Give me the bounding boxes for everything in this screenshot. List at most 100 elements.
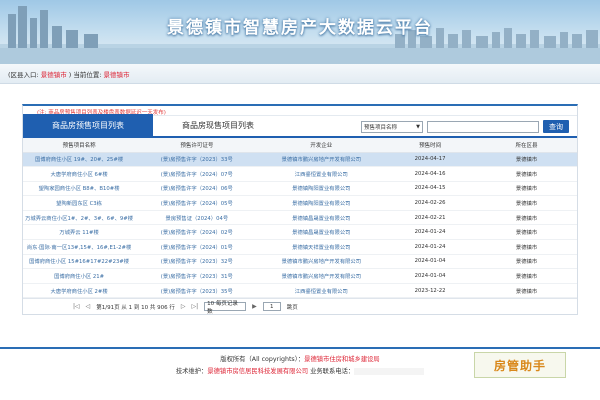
goto-page-input[interactable]: 1: [262, 302, 281, 312]
page-title: 景德镇市智慧房产大数据云平台: [167, 18, 433, 38]
project-name-cell[interactable]: 望陶新园东区 C3栋: [23, 195, 136, 211]
column-header-district[interactable]: 所在区县: [476, 138, 577, 153]
table-header-row: 预售项目名称 预售许可证号 开发企业 预售时间 所在区县: [23, 138, 577, 153]
developer-cell: 景德镇陶阳置业有限公司: [258, 195, 385, 211]
presale-date-cell: 2023-12-22: [384, 283, 477, 299]
permit-no-cell: (景)房预售许字（2024）06号: [135, 181, 259, 197]
permit-no-cell: (景)房预售许字（2024）01号: [135, 239, 259, 255]
table-row[interactable]: 万城弄云 11#楼 (景)房预售许字（2024）02号 景德镇昌晟置业有限公司 …: [23, 224, 577, 241]
permit-no-cell: (景)房预售许字（2023）35号: [135, 283, 259, 299]
district-cell: 景德镇市: [476, 166, 577, 182]
project-list-panel: (注: 商品房预售项目列表及楼盘表数据延迟一天发布) 商品房预售项目列表 商品房…: [22, 104, 578, 316]
next-page-icon[interactable]: ▷: [181, 303, 186, 310]
project-name-cell[interactable]: 万城弄云商住小区1#、2#、3#、6#、9#楼: [23, 210, 136, 226]
table-row[interactable]: 尚东·国际·南一区13#,15#、16#,E1-2#楼 (景)房预售许字（202…: [23, 239, 577, 255]
presale-project-table: 预售项目名称 预售许可证号 开发企业 预售时间 所在区县 国博府商住小区 19#…: [23, 138, 577, 299]
district-cell: 景德镇市: [476, 195, 577, 211]
page-summary: 第1/91页 从 1 到 10 共 906 行: [96, 304, 175, 311]
developer-cell: 江西鎏恒置业有限公司: [258, 283, 385, 299]
prev-page-icon[interactable]: ◁: [86, 303, 91, 310]
district-cell: 景德镇市: [476, 152, 577, 168]
project-name-cell[interactable]: 大唐学府商住小区 2#楼: [23, 283, 136, 299]
tech-org: 景德镇市房信居民科技发展有限公司: [207, 368, 309, 375]
tab-presale-projects[interactable]: 商品房预售项目列表: [23, 114, 153, 136]
presale-date-cell: 2024-01-04: [384, 268, 477, 284]
contact-label: 业务联系电话：: [310, 368, 355, 375]
region-prefix: (区县入口:: [8, 70, 39, 79]
developer-cell: 景德镇市鹏兴房地产开发有限公司: [258, 152, 385, 168]
column-header-developer[interactable]: 开发企业: [258, 138, 385, 153]
district-cell: 景德镇市: [476, 224, 577, 241]
presale-date-cell: 2024-01-04: [384, 254, 477, 270]
project-name-cell[interactable]: 国博府商住小区 15#16#17#22#23#楼: [23, 254, 136, 270]
developer-cell: 景德镇市鹏兴房地产开发有限公司: [258, 268, 385, 284]
permit-no-cell: (景)房预售许字（2024）05号: [135, 195, 259, 211]
watermark-logo: 房管助手: [474, 352, 566, 378]
chevron-down-icon: ▼: [416, 123, 420, 130]
breadcrumb: (区县入口: 景德镇市 ) 当前位置: 景德镇市: [0, 64, 600, 84]
permit-no-cell: (景)房预售许字（2023）32号: [135, 254, 259, 270]
copyright-prefix: 版权所有（All copyrights）：: [220, 356, 305, 363]
permit-no-cell: 景房预售证（2024）04号: [135, 210, 259, 226]
last-page-icon[interactable]: ▷|: [191, 303, 198, 310]
project-name-cell[interactable]: 尚东·国际·南一区13#,15#、16#,E1-2#楼: [23, 239, 136, 255]
developer-cell: 景德镇昌晟置业有限公司: [258, 224, 385, 241]
permit-no-cell: (景)房预售许字（2023）33号: [135, 152, 259, 168]
region-link[interactable]: 景德镇市: [41, 69, 67, 79]
search-area: 预售项目名称 ▼ 查询: [361, 120, 569, 133]
search-field-value: 预售项目名称: [364, 124, 398, 131]
page-size-value: 10 每页记录数: [207, 300, 238, 315]
goto-arrow-icon: ▶: [252, 303, 257, 311]
search-input[interactable]: [427, 120, 539, 133]
presale-date-cell: 2024-04-17: [384, 152, 477, 168]
page-size-select[interactable]: 10 每页记录数: [204, 301, 247, 315]
district-cell: 景德镇市: [476, 268, 577, 284]
developer-cell: 景德镇陶阳置业有限公司: [258, 181, 385, 197]
permit-no-cell: (景)房预售许字（2024）02号: [135, 224, 259, 241]
table-row[interactable]: 万城弄云商住小区1#、2#、3#、6#、9#楼 景房预售证（2024）04号 景…: [23, 210, 577, 226]
permit-no-cell: (景)房预售许字（2023）31号: [135, 268, 259, 284]
search-field-select[interactable]: 预售项目名称 ▼: [361, 120, 423, 133]
current-location-link[interactable]: 景德镇市: [104, 69, 130, 79]
table-row[interactable]: 国博府商住小区 21# (景)房预售许字（2023）31号 景德镇市鹏兴房地产开…: [23, 268, 577, 284]
district-cell: 景德镇市: [476, 239, 577, 255]
copyright-org: 景德镇市住房和城乡建设局: [304, 356, 380, 363]
project-name-cell[interactable]: 望陶家园商住小区 B8#、B10#楼: [23, 181, 136, 197]
first-page-icon[interactable]: |◁: [73, 303, 80, 310]
tab-current-sale-projects[interactable]: 商品房现售项目列表: [153, 114, 283, 136]
contact-number-redacted: [354, 367, 425, 375]
presale-date-cell: 2024-04-16: [384, 166, 477, 182]
table-row[interactable]: 国博府商住小区 15#16#17#22#23#楼 (景)房预售许字（2023）3…: [23, 254, 577, 270]
tech-prefix: 技术维护：: [175, 368, 208, 375]
district-cell: 景德镇市: [476, 254, 577, 270]
presale-date-cell: 2024-01-24: [384, 224, 477, 241]
column-header-presale-date[interactable]: 预售时间: [384, 138, 477, 153]
header-banner: 景德镇市智慧房产大数据云平台: [0, 0, 600, 64]
column-header-permit-no[interactable]: 预售许可证号: [135, 138, 259, 153]
presale-date-cell: 2024-04-15: [384, 181, 477, 197]
project-name-cell[interactable]: 国博府商住小区 19#、20#、25#楼: [23, 152, 136, 168]
pagination-bar: |◁ ◁ 第1/91页 从 1 到 10 共 906 行 ▷ ▷| 10 每页记…: [23, 298, 577, 315]
tab-bar: 商品房预售项目列表 商品房现售项目列表 预售项目名称 ▼ 查询: [23, 114, 577, 138]
table-row[interactable]: 国博府商住小区 19#、20#、25#楼 (景)房预售许字（2023）33号 景…: [23, 152, 577, 168]
current-prefix: ) 当前位置:: [68, 70, 102, 79]
permit-no-cell: (景)房预售许字（2024）07号: [135, 166, 259, 182]
table-row[interactable]: 望陶家园商住小区 B8#、B10#楼 (景)房预售许字（2024）06号 景德镇…: [23, 181, 577, 197]
column-header-project-name[interactable]: 预售项目名称: [23, 138, 136, 153]
project-name-cell[interactable]: 万城弄云 11#楼: [23, 224, 136, 241]
table-row[interactable]: 望陶新园东区 C3栋 (景)房预售许字（2024）05号 景德镇陶阳置业有限公司…: [23, 195, 577, 211]
presale-date-cell: 2024-02-26: [384, 195, 477, 211]
developer-cell: 江西鎏恒置业有限公司: [258, 166, 385, 182]
search-button[interactable]: 查询: [543, 120, 569, 133]
district-cell: 景德镇市: [476, 210, 577, 226]
presale-date-cell: 2024-02-21: [384, 210, 477, 226]
table-row[interactable]: 大唐学府商住小区 2#楼 (景)房预售许字（2023）35号 江西鎏恒置业有限公…: [23, 283, 577, 299]
goto-page-label[interactable]: 跳页: [287, 303, 298, 311]
district-cell: 景德镇市: [476, 283, 577, 299]
developer-cell: 景德镇天祥置业有限公司: [258, 239, 385, 255]
project-name-cell[interactable]: 大唐学府商住小区 6#楼: [23, 166, 136, 182]
developer-cell: 景德镇昌晟置业有限公司: [258, 210, 385, 226]
project-name-cell[interactable]: 国博府商住小区 21#: [23, 268, 136, 284]
table-row[interactable]: 大唐学府商住小区 6#楼 (景)房预售许字（2024）07号 江西鎏恒置业有限公…: [23, 166, 577, 182]
presale-date-cell: 2024-01-24: [384, 239, 477, 255]
